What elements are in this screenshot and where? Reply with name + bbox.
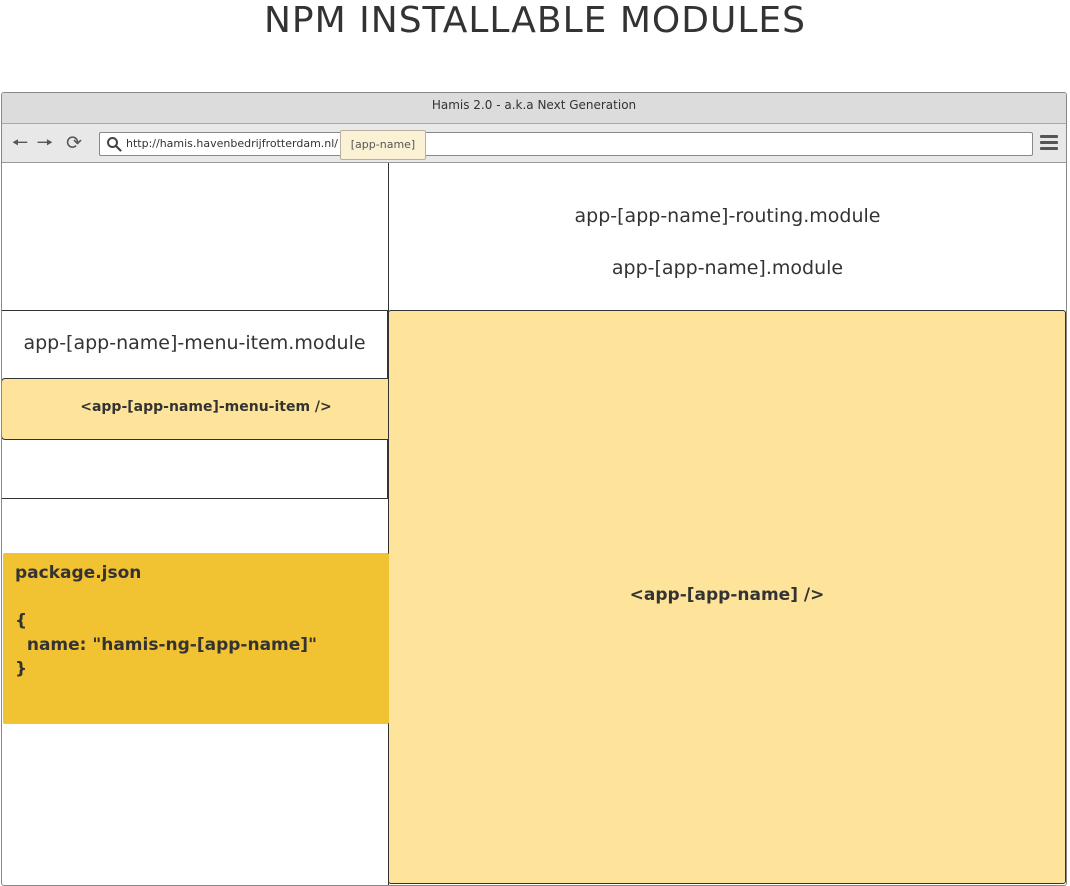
package-json-note: package.json { name: "hamis-ng-[app-name… xyxy=(3,553,389,724)
url-bar[interactable]: http://hamis.havenbedrijfrotterdam.nl/ [… xyxy=(99,130,1033,160)
hamburger-menu-icon[interactable] xyxy=(1040,135,1058,151)
package-open-brace: { xyxy=(15,611,28,631)
package-json-text: package.json { name: "hamis-ng-[app-name… xyxy=(15,561,317,681)
package-name-line: name: "hamis-ng-[app-name]" xyxy=(15,635,317,655)
page-title: NPM INSTALLABLE MODULES xyxy=(264,0,806,41)
package-filename: package.json xyxy=(15,563,142,583)
window-title: Hamis 2.0 - a.k.a Next Generation xyxy=(2,93,1066,124)
browser-window: Hamis 2.0 - a.k.a Next Generation 🠔 🠖 ⟳ … xyxy=(1,92,1067,886)
app-module-area: app-[app-name]-routing.module app-[app-n… xyxy=(389,163,1066,310)
arrow-right-icon[interactable]: 🠖 xyxy=(35,133,55,153)
package-close-brace: } xyxy=(15,659,28,679)
app-component-label: <app-[app-name] /> xyxy=(629,585,825,605)
app-module-label: app-[app-name].module xyxy=(611,257,844,279)
url-app-name-highlight: [app-name] xyxy=(340,130,426,160)
arrow-left-icon[interactable]: 🠔 xyxy=(10,133,30,153)
menu-item-component-label: <app-[app-name]-menu-item /> xyxy=(80,399,332,415)
routing-module-label: app-[app-name]-routing.module xyxy=(574,205,881,227)
menu-item-component: <app-[app-name]-menu-item /> xyxy=(2,378,411,440)
reload-icon[interactable]: ⟳ xyxy=(64,133,84,153)
app-component: <app-[app-name] /> xyxy=(388,310,1066,884)
url-text: http://hamis.havenbedrijfrotterdam.nl/ xyxy=(126,137,339,150)
search-icon xyxy=(107,137,122,152)
browser-toolbar: 🠔 🠖 ⟳ http://hamis.havenbedrijfrotterdam… xyxy=(2,124,1066,163)
menu-item-module-label: app-[app-name]-menu-item.module xyxy=(23,332,366,354)
